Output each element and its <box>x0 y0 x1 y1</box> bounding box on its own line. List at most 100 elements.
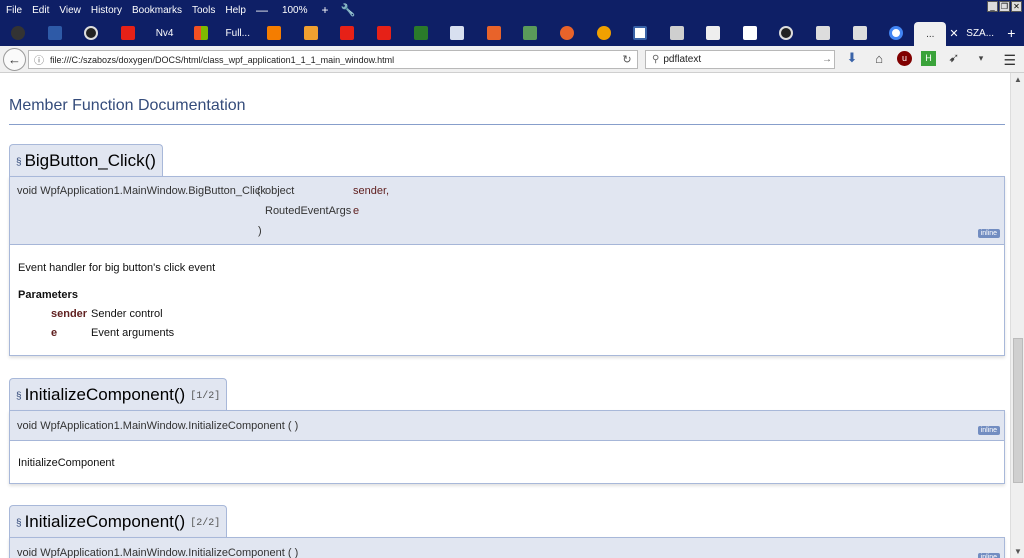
member-brief: InitializeComponent <box>18 457 115 469</box>
zoom-level[interactable]: 100% <box>282 5 308 16</box>
tab-favicon-14[interactable] <box>549 20 586 46</box>
member-name: InitializeComponent() <box>24 511 186 531</box>
permalink[interactable]: § <box>16 391 22 402</box>
youtube-icon <box>377 26 392 40</box>
e-icon <box>486 26 501 40</box>
overload-index: [2/2] <box>190 517 221 529</box>
tab-favicon-7[interactable] <box>293 20 330 46</box>
tab-nv4[interactable]: Nv4 <box>146 28 183 39</box>
ublock-icon[interactable]: u <box>897 50 912 66</box>
zoom-out-button[interactable]: — <box>256 3 268 17</box>
scroll-thumb[interactable] <box>1013 338 1023 483</box>
chevron-down-icon[interactable]: ▾ <box>972 53 990 64</box>
member-name: BigButton_Click() <box>24 150 156 170</box>
new-tab-button[interactable]: + <box>998 25 1024 41</box>
url-bar[interactable]: ⓘ file:///C:/szabozs/doxygen/DOCS/html/c… <box>28 50 638 69</box>
menu-edit[interactable]: Edit <box>32 5 49 16</box>
param-name: sender <box>51 308 88 320</box>
params-heading: Parameters <box>18 289 78 301</box>
tab-favicon-22[interactable] <box>841 20 878 46</box>
tab-favicon-16[interactable] <box>622 20 659 46</box>
permalink[interactable]: § <box>16 157 22 168</box>
tab-favicon-8[interactable] <box>329 20 366 46</box>
member-title: § InitializeComponent() [2/2] <box>9 505 228 537</box>
back-button[interactable]: ← <box>3 48 26 71</box>
windows-icon <box>194 26 209 40</box>
bookmark-icon <box>742 26 757 40</box>
menu-view[interactable]: View <box>59 5 81 16</box>
member-title: § BigButton_Click() <box>9 144 163 176</box>
tab-sza[interactable]: SZA... <box>962 28 999 39</box>
menu-file[interactable]: File <box>6 5 22 16</box>
youtube-icon <box>340 26 355 40</box>
google-icon <box>889 26 904 40</box>
member-name: InitializeComponent() <box>24 384 186 404</box>
tab-strip: Nv4 Full... ... ✕ SZA... + <box>0 20 1024 46</box>
tab-favicon-15[interactable] <box>585 20 622 46</box>
param-name: e <box>51 327 58 339</box>
feather-icon <box>706 26 721 40</box>
window-controls: _ ❐ ✕ <box>987 1 1022 12</box>
zoom-in-button[interactable]: + <box>322 3 329 17</box>
tab-full[interactable]: Full... <box>219 28 256 39</box>
tab-favicon-9[interactable] <box>366 20 403 46</box>
param-name: e <box>353 205 360 217</box>
scroll-up-icon[interactable]: ▲ <box>1014 75 1022 84</box>
vertical-scrollbar[interactable]: ▲ ▼ <box>1010 73 1024 558</box>
tab-favicon-1[interactable] <box>0 20 37 46</box>
close-tab-icon[interactable]: ✕ <box>946 27 962 40</box>
tab-favicon-10[interactable] <box>402 20 439 46</box>
tab-favicon-11[interactable] <box>439 20 476 46</box>
tab-favicon-17[interactable] <box>658 20 695 46</box>
tab-favicon-18[interactable] <box>695 20 732 46</box>
reload-icon[interactable]: ↻ <box>617 53 637 66</box>
tab-favicon-21[interactable] <box>805 20 842 46</box>
extension-icon[interactable]: H <box>921 50 936 66</box>
signature: void WpfApplication1.MainWindow.Initiali… <box>17 547 299 558</box>
tab-favicon-5[interactable] <box>183 20 220 46</box>
download-icon[interactable]: ⬇ <box>843 50 861 66</box>
minimize-button[interactable]: _ <box>987 1 998 12</box>
tab-favicon-19[interactable] <box>732 20 769 46</box>
search-go-icon[interactable]: → <box>820 54 834 65</box>
menu-bookmarks[interactable]: Bookmarks <box>132 5 182 16</box>
menu-history[interactable]: History <box>91 5 122 16</box>
x-icon <box>413 26 428 40</box>
tab-favicon-6[interactable] <box>256 20 293 46</box>
menu-tools[interactable]: Tools <box>192 5 215 16</box>
url-text[interactable]: file:///C:/szabozs/doxygen/DOCS/html/cla… <box>50 55 617 65</box>
overload-index: [1/2] <box>190 390 221 402</box>
search-bar[interactable]: ⚲ pdflatext → <box>645 50 835 69</box>
tab-favicon-12[interactable] <box>476 20 513 46</box>
scroll-down-icon[interactable]: ▼ <box>1014 547 1022 556</box>
restore-button[interactable]: ❐ <box>999 1 1010 12</box>
tab-favicon-13[interactable] <box>512 20 549 46</box>
app-icon <box>11 26 26 40</box>
permalink[interactable]: § <box>16 518 22 529</box>
info-icon[interactable]: ⓘ <box>34 52 44 67</box>
member-doc: Event handler for big button's click eve… <box>9 245 1005 356</box>
menu-icon[interactable]: ☰ <box>1003 52 1016 69</box>
toolbar-icons: ⬇ ⌂ u H ➹ ▾ <box>843 50 990 66</box>
li-icon <box>669 26 684 40</box>
tab-favicon-4[interactable] <box>110 20 147 46</box>
tab-favicon-23[interactable] <box>878 20 915 46</box>
tab-active[interactable]: ... <box>914 22 947 46</box>
wrench-icon[interactable]: 🔧 <box>341 3 356 17</box>
close-window-button[interactable]: ✕ <box>1011 1 1022 12</box>
home-icon[interactable]: ⌂ <box>870 51 888 66</box>
tab-favicon-2[interactable] <box>37 20 74 46</box>
search-input[interactable]: pdflatext <box>663 54 820 65</box>
tab-favicon-3[interactable] <box>73 20 110 46</box>
param-type: RoutedEventArgs <box>265 205 352 217</box>
arrow-extension-icon[interactable]: ➹ <box>945 50 963 66</box>
signature-open-paren: ( <box>257 185 261 197</box>
inline-badge: inline <box>977 229 1000 238</box>
menu-bar: File Edit View History Bookmarks Tools H… <box>0 0 1024 20</box>
menu-help[interactable]: Help <box>225 5 246 16</box>
param-desc: Event arguments <box>91 327 175 339</box>
tab-favicon-20[interactable] <box>768 20 805 46</box>
grid-icon <box>816 26 830 40</box>
member-prototype: void WpfApplication1.MainWindow.Initiali… <box>9 537 1005 558</box>
member-brief: Event handler for big button's click eve… <box>18 262 216 274</box>
